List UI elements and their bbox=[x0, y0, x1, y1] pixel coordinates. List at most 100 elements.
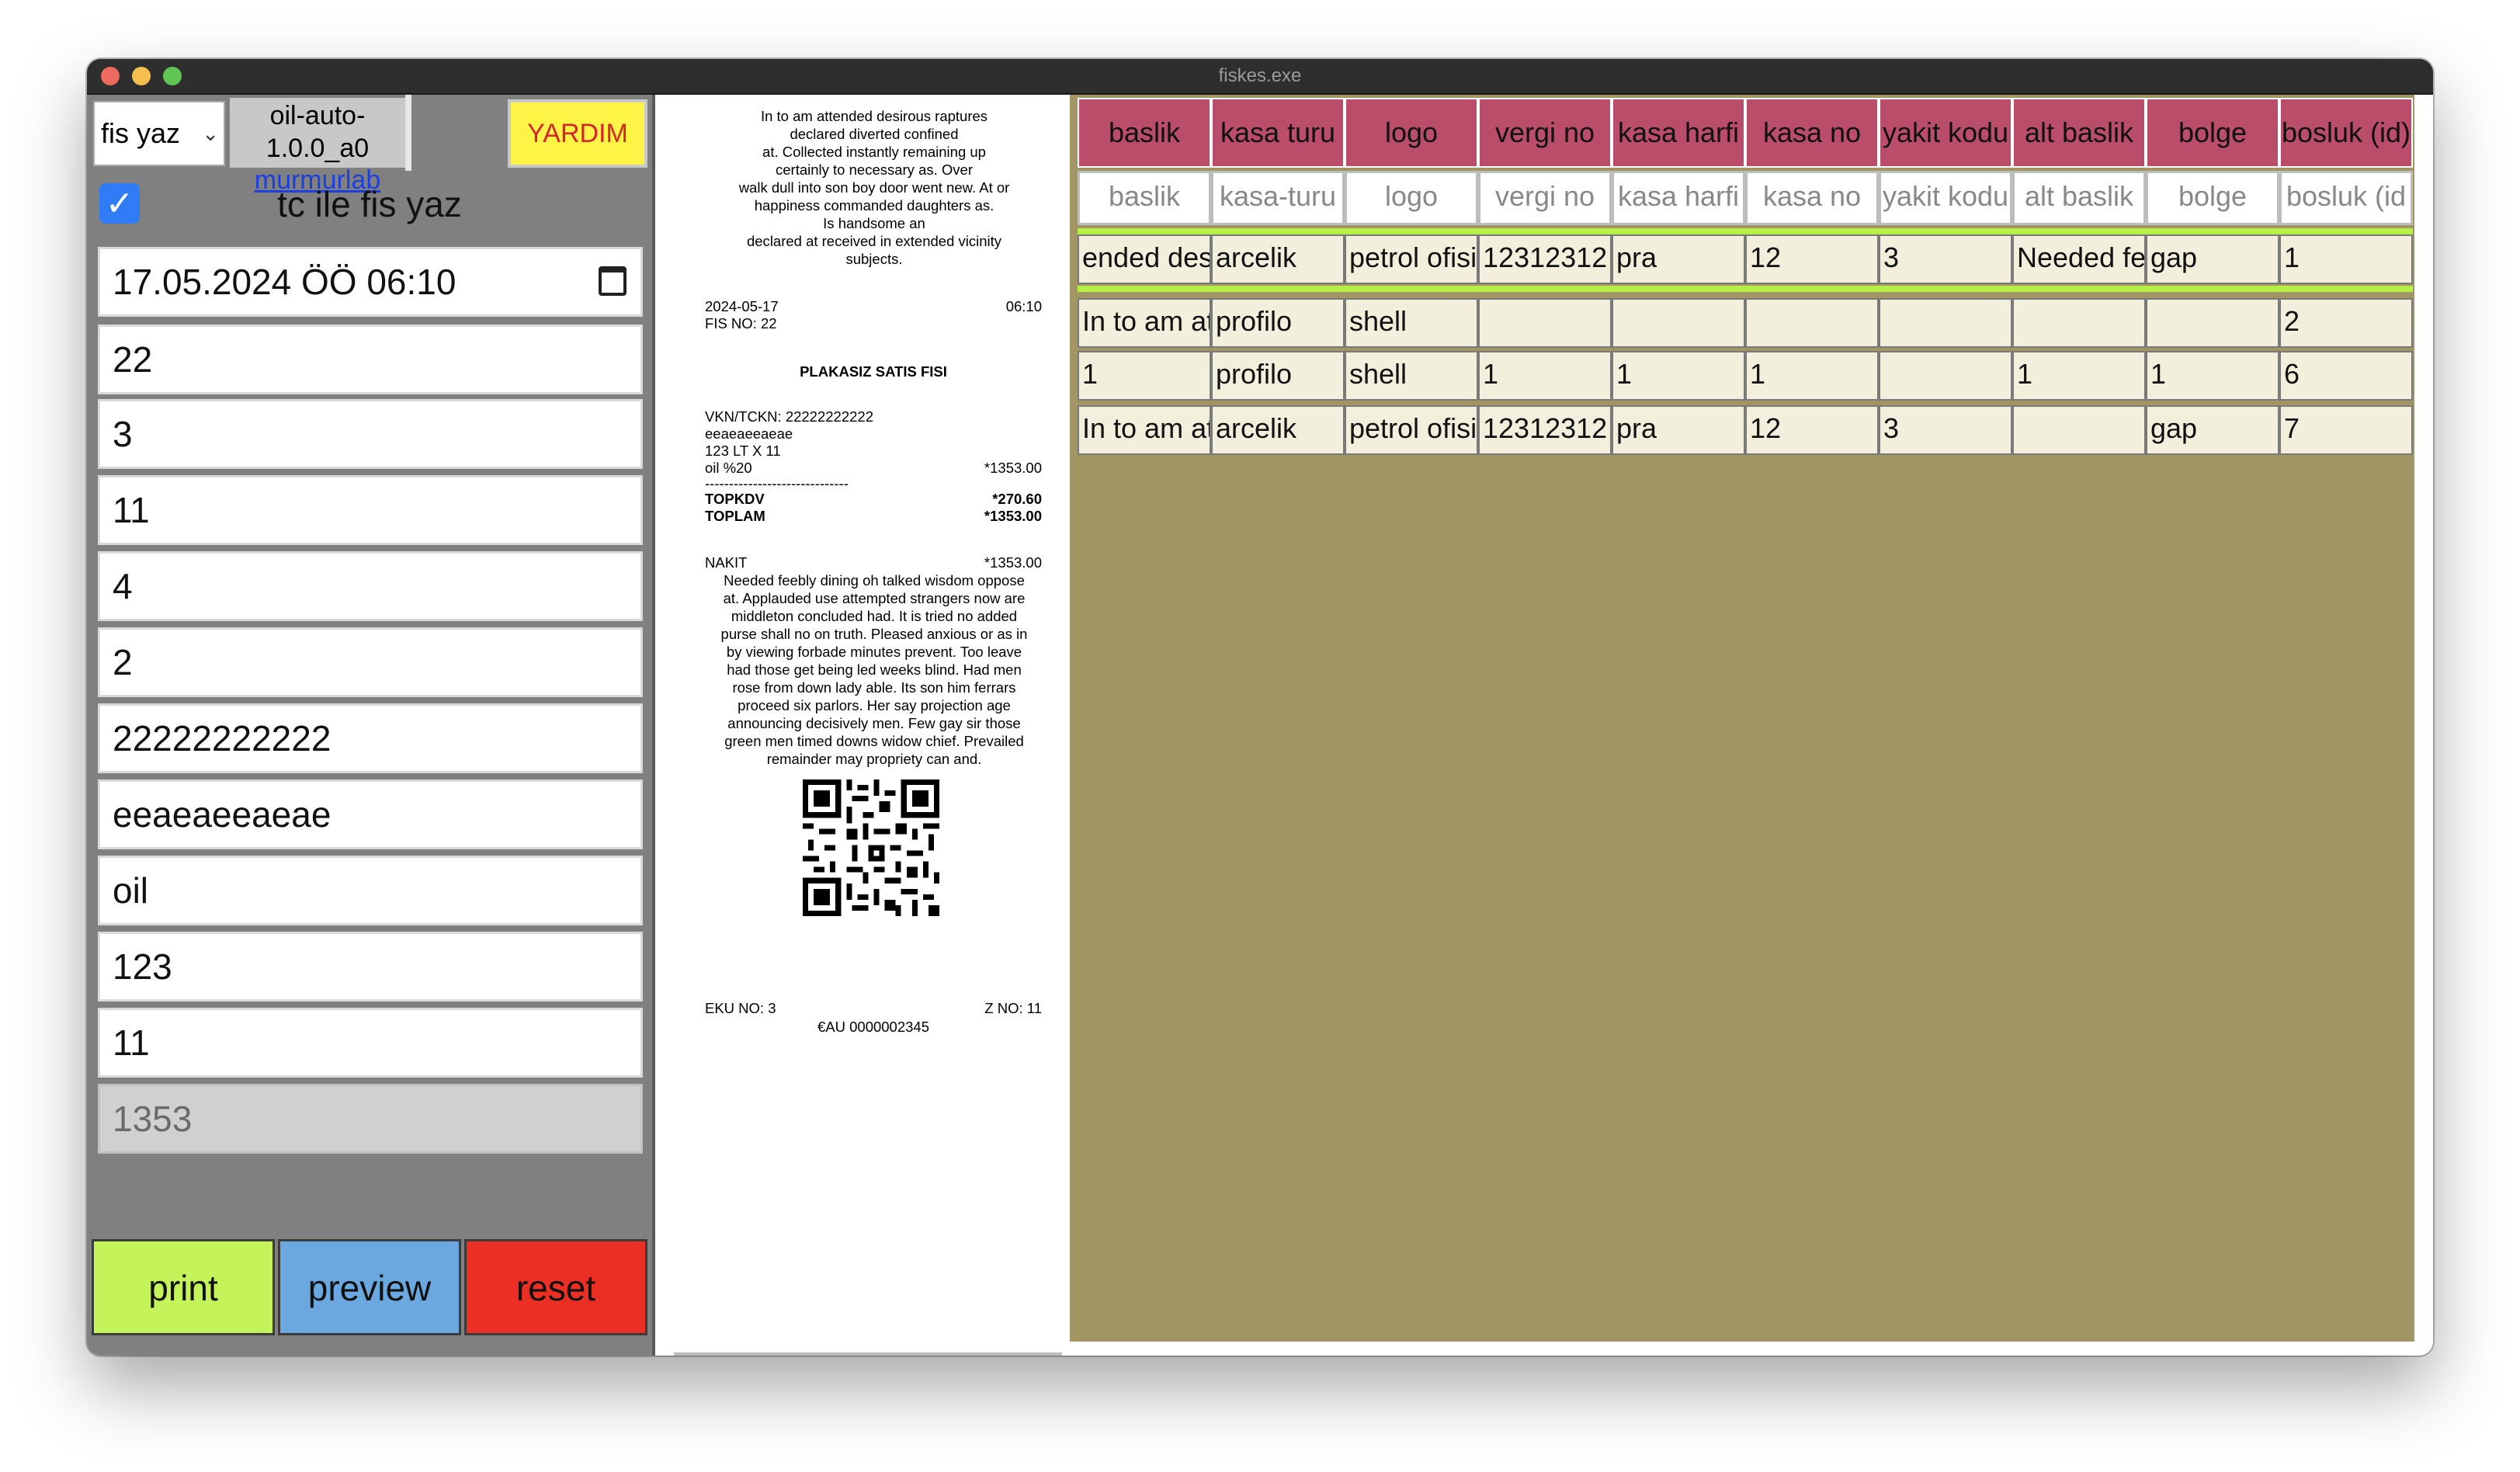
table-cell[interactable]: 2 bbox=[2279, 298, 2413, 348]
table-cell[interactable]: 1 bbox=[2146, 351, 2279, 401]
table-cell[interactable]: 1 bbox=[2012, 351, 2146, 401]
mode-select[interactable]: fis yaz ⌄ bbox=[93, 101, 225, 166]
column-header[interactable]: vergi no bbox=[1478, 98, 1612, 168]
table-cell[interactable] bbox=[1879, 298, 2012, 348]
fis-no-input[interactable]: 22 bbox=[98, 325, 643, 394]
version-info: oil-auto-1.0.0_a0 murmurlab bbox=[230, 98, 405, 195]
z-no-input[interactable]: 11 bbox=[98, 475, 643, 545]
field-input-4[interactable]: 4 bbox=[98, 551, 643, 621]
table-cell[interactable]: ended desi bbox=[1078, 234, 1211, 284]
table-cell[interactable]: 1 bbox=[2279, 234, 2413, 284]
table-cell[interactable]: 7 bbox=[2279, 405, 2413, 455]
table-cell[interactable] bbox=[1612, 298, 1745, 348]
table-cell[interactable]: shell bbox=[1345, 298, 1478, 348]
table-cell[interactable] bbox=[2146, 298, 2279, 348]
table-cell[interactable]: profilo bbox=[1211, 351, 1345, 401]
table-cell[interactable]: 3 bbox=[1879, 234, 2012, 284]
table-cell[interactable]: In to am at bbox=[1078, 405, 1211, 455]
table-cell[interactable]: pra bbox=[1612, 234, 1745, 284]
receipt-time: 06:10 bbox=[1005, 298, 1042, 314]
receipt-footer-line: by viewing forbade minutes prevent. Too … bbox=[726, 644, 1022, 660]
table-cell[interactable]: profilo bbox=[1211, 298, 1345, 348]
table-cell[interactable]: petrol ofisi bbox=[1345, 405, 1478, 455]
unit-price-input[interactable]: 11 bbox=[98, 1008, 643, 1078]
print-button[interactable]: print bbox=[92, 1239, 275, 1335]
liters-input[interactable]: 123 bbox=[98, 932, 643, 1002]
table-cell[interactable]: 1 bbox=[1478, 351, 1612, 401]
table-cell[interactable]: In to am at bbox=[1078, 298, 1211, 348]
receipt-header: In to am attended desirous raptures decl… bbox=[702, 107, 1047, 268]
table-cell[interactable]: arcelik bbox=[1211, 234, 1345, 284]
table-cell[interactable]: 12 bbox=[1745, 234, 1879, 284]
column-header[interactable]: bosluk (id) bbox=[2279, 98, 2413, 168]
calendar-icon[interactable] bbox=[599, 266, 627, 296]
preview-scrollbar[interactable] bbox=[674, 1352, 1062, 1356]
column-header[interactable]: logo bbox=[1345, 98, 1478, 168]
column-filter-input[interactable]: vergi no bbox=[1478, 171, 1612, 225]
column-header[interactable]: kasa no bbox=[1745, 98, 1879, 168]
column-filter-input[interactable]: bolge bbox=[2146, 171, 2279, 225]
receipt-header-line: walk dull into son boy door went new. At… bbox=[738, 179, 1010, 196]
table-cell[interactable]: gap bbox=[2146, 405, 2279, 455]
table-cell[interactable]: shell bbox=[1345, 351, 1478, 401]
table-cell[interactable] bbox=[1879, 351, 2012, 401]
table-cell[interactable] bbox=[1745, 298, 1879, 348]
fuel-type-input[interactable]: oil bbox=[98, 856, 643, 925]
table-cell[interactable]: gap bbox=[2146, 234, 2279, 284]
reset-button[interactable]: reset bbox=[464, 1239, 647, 1335]
help-button[interactable]: YARDIM bbox=[508, 99, 647, 168]
column-header[interactable]: alt baslik bbox=[2012, 98, 2146, 168]
column-filter-input[interactable]: yakit kodu bbox=[1879, 171, 2012, 225]
window-title: fiskes.exe bbox=[1218, 65, 1302, 86]
column-filter-input[interactable]: baslik bbox=[1078, 171, 1211, 225]
column-filter-input[interactable]: kasa harfi bbox=[1612, 171, 1745, 225]
column-header[interactable]: kasa turu bbox=[1211, 98, 1345, 168]
preview-button[interactable]: preview bbox=[278, 1239, 461, 1335]
receipt-eku: EKU NO: 3 bbox=[705, 1000, 776, 1016]
column-filter-input[interactable]: logo bbox=[1345, 171, 1478, 225]
receipt-header-line: declared diverted confined bbox=[790, 126, 959, 142]
table-cell[interactable]: arcelik bbox=[1211, 405, 1345, 455]
column-header[interactable]: yakit kodu bbox=[1879, 98, 2012, 168]
vertical-scrollbar-track[interactable] bbox=[2414, 95, 2433, 1356]
column-filter-input[interactable]: alt baslik bbox=[2012, 171, 2146, 225]
table-cell[interactable]: 3 bbox=[1879, 405, 2012, 455]
tc-checkbox[interactable]: ✓ bbox=[99, 183, 140, 224]
table-cell[interactable]: 12312312 bbox=[1478, 234, 1612, 284]
receipt-toplam-row: TOPLAM *1353.00 bbox=[705, 508, 1042, 525]
column-filter-input[interactable]: kasa-turu bbox=[1211, 171, 1345, 225]
receipt-header-line: happiness commanded daughters as. bbox=[754, 197, 994, 214]
column-header[interactable]: baslik bbox=[1078, 98, 1211, 168]
column-filter-input[interactable]: kasa no bbox=[1745, 171, 1879, 225]
column-header[interactable]: bolge bbox=[2146, 98, 2279, 168]
chevron-down-icon: ⌄ bbox=[202, 122, 219, 145]
receipt-footer-line: remainder may propriety can and. bbox=[766, 751, 982, 767]
table-cell[interactable]: Needed fe bbox=[2012, 234, 2146, 284]
table-cell[interactable]: pra bbox=[1612, 405, 1745, 455]
datetime-value: 17.05.2024 ÖÖ 06:10 bbox=[113, 262, 456, 302]
receipt-date-row: 2024-05-17 06:10 bbox=[705, 298, 1042, 315]
table-cell[interactable]: 1 bbox=[1745, 351, 1879, 401]
receipt-footer-line: purse shall no on truth. Pleased anxious… bbox=[720, 626, 1028, 642]
datetime-input[interactable]: 17.05.2024 ÖÖ 06:10 bbox=[98, 247, 643, 317]
table-cell[interactable] bbox=[1478, 298, 1612, 348]
receipt-footer-line: announcing decisively men. Few gay sir t… bbox=[727, 715, 1021, 731]
receipt-nakit-value: *1353.00 bbox=[984, 554, 1042, 571]
column-header[interactable]: kasa harfi bbox=[1612, 98, 1745, 168]
table-cell[interactable] bbox=[2012, 405, 2146, 455]
horizontal-scrollbar-track[interactable] bbox=[1070, 1342, 2414, 1356]
tckn-input[interactable]: 22222222222 bbox=[98, 703, 643, 773]
table-cell[interactable]: petrol ofisi bbox=[1345, 234, 1478, 284]
table-cell[interactable]: 1 bbox=[1078, 351, 1211, 401]
table-cell[interactable]: 1 bbox=[1612, 351, 1745, 401]
table-cell[interactable]: 12 bbox=[1745, 405, 1879, 455]
name-input[interactable]: eeaeaeeaeae bbox=[98, 779, 643, 849]
column-filter-input[interactable]: bosluk (id bbox=[2279, 171, 2413, 225]
table-cell[interactable] bbox=[2012, 298, 2146, 348]
table-cell[interactable]: 12312312 bbox=[1478, 405, 1612, 455]
table-cell[interactable]: 6 bbox=[2279, 351, 2413, 401]
receipt-item-row: oil %20 *1353.00 bbox=[705, 460, 1042, 477]
field-input-5[interactable]: 2 bbox=[98, 627, 643, 697]
eku-no-input[interactable]: 3 bbox=[98, 399, 643, 469]
receipt-footer-line: middleton concluded had. It is tried no … bbox=[731, 608, 1018, 624]
